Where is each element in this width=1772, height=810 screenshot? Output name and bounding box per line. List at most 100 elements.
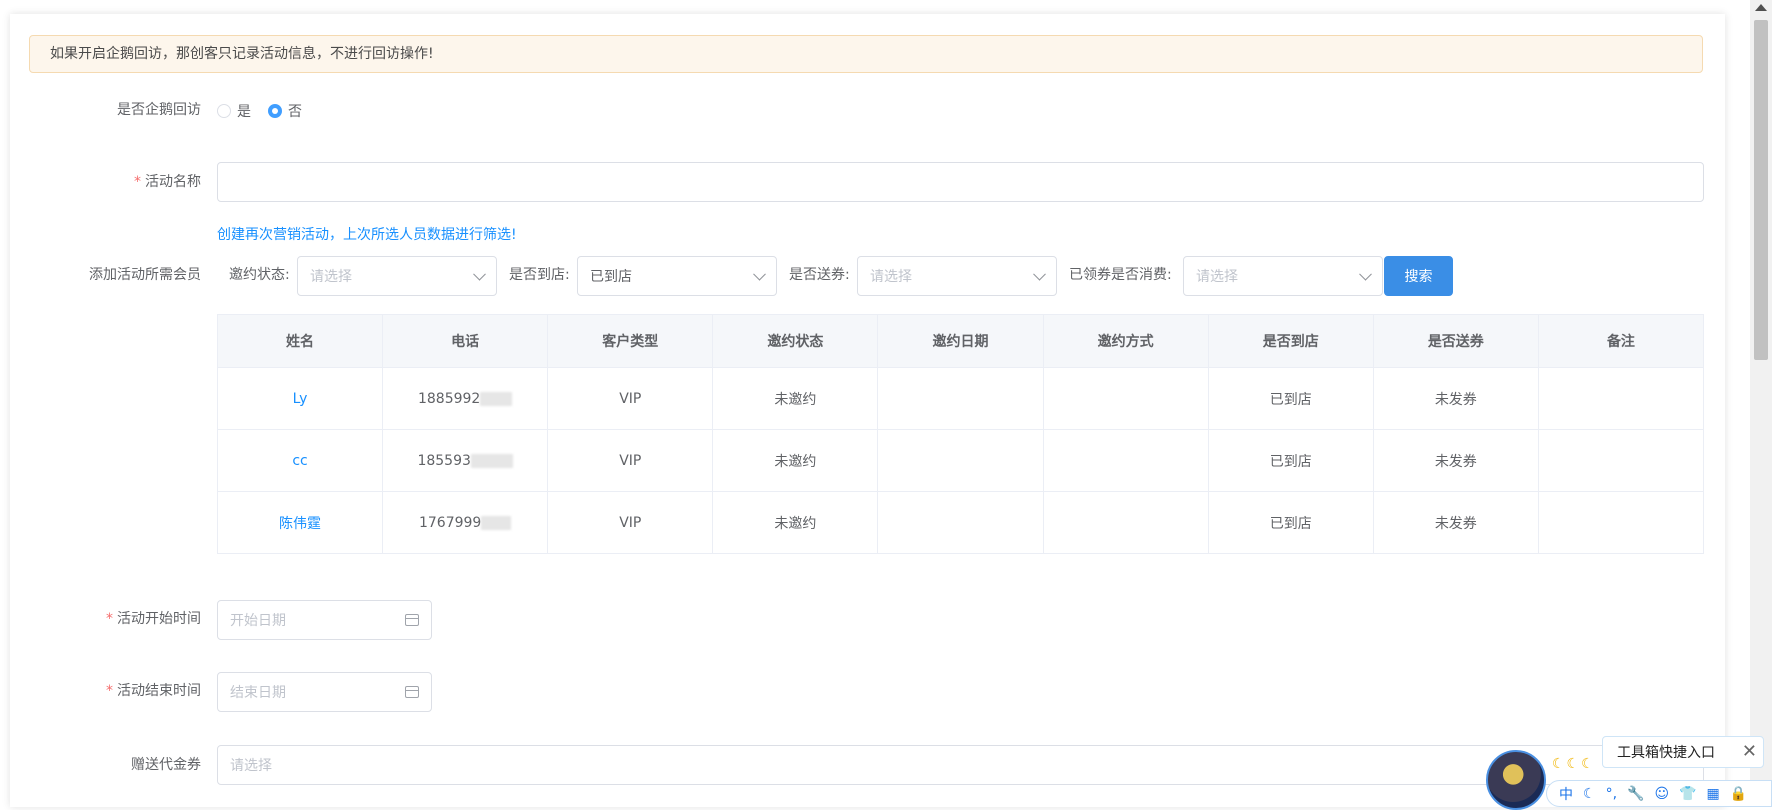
invite-status-label: 邀约状态: [229,267,290,283]
phone-cell: 1885992 [382,367,549,430]
toolbox-text: 工具箱快捷入口 [1617,745,1715,761]
remarketing-hint: 创建再次营销活动，上次所选人员数据进行筛选! [217,227,517,243]
chevron-down-icon [1033,267,1046,281]
start-date-picker[interactable]: 开始日期 [217,600,432,640]
toolbox-shortcut-tooltip[interactable]: 工具箱快捷入口 ✕ [1602,736,1764,768]
calendar-icon [405,686,419,698]
phone-text: 1767999 [418,514,482,531]
radio-label: 否 [288,104,302,120]
scroll-up-arrow-icon[interactable] [1755,4,1767,11]
coupon-used-placeholder: 请选择 [1196,269,1238,285]
scrollbar-thumb[interactable] [1754,20,1768,360]
start-time-label: * 活动开始时间 [106,608,201,628]
radio-visit-yes[interactable]: 是 [217,101,251,121]
ime-toolbar: 中 ☾ °, 🔧 ☺ 👕 ▦ 🔒 [1546,780,1772,807]
punctuation-icon[interactable]: °, [1606,786,1617,802]
arrived-cell: 已到店 [1207,429,1374,492]
coupon-used-label: 已领券是否消费: [1069,267,1172,283]
radio-visit-no[interactable]: 否 [268,101,302,121]
search-button[interactable]: 搜索 [1384,256,1453,296]
calendar-icon [405,614,419,626]
invite-status-select[interactable]: 请选择 [297,256,497,296]
voucher-select[interactable]: 请选择 [217,745,1704,785]
radio-circle [217,104,231,118]
invite-cell: 未邀约 [712,367,879,430]
member-table: 姓名 电话 客户类型 邀约状态 邀约日期 邀约方式 是否到店 是否送券 备注 L… [216,314,1705,554]
moon-icons: ☾☾☾ [1552,756,1596,772]
smiley-icon[interactable]: ☺ [1654,786,1669,802]
column-header: 邀约日期 [877,314,1044,368]
page-scrollbar[interactable] [1750,0,1772,807]
redacted-phone [470,453,513,468]
warning-alert: 如果开启企鹅回访，那创客只记录活动信息，不进行回访操作! [29,35,1703,73]
arrived-value: 已到店 [590,269,632,285]
date-cell [877,367,1044,430]
coupon-cell: 未发券 [1372,491,1539,554]
invite-status-placeholder: 请选择 [310,269,352,285]
ime-language-toggle[interactable]: 中 [1559,784,1573,804]
required-asterisk: * [106,683,113,699]
radio-circle-selected [268,104,282,118]
date-cell [877,429,1044,492]
wrench-icon[interactable]: 🔧 [1627,786,1644,802]
visit-label: 是否企鹅回访 [117,102,201,118]
redacted-phone [480,391,513,406]
voucher-placeholder: 请选择 [230,758,272,774]
phone-cell: 185593 [382,429,549,492]
moon-icon[interactable]: ☾ [1583,786,1596,802]
coupon-cell: 未发券 [1372,367,1539,430]
chevron-down-icon [473,267,486,281]
member-name-link[interactable]: Ly [216,367,384,430]
activity-name-label: * 活动名称 [134,171,201,191]
note-cell [1537,429,1705,492]
end-time-text: 活动结束时间 [117,683,201,699]
table-row[interactable]: Ly 1885992 VIP 未邀约 已到店 未发券 [216,367,1705,430]
voucher-label: 赠送代金券 [131,757,201,773]
arrived-select[interactable]: 已到店 [577,256,777,296]
column-header: 姓名 [216,314,384,368]
lock-icon[interactable]: 🔒 [1730,786,1747,802]
end-date-placeholder: 结束日期 [230,685,286,701]
radio-label: 是 [237,104,251,120]
table-header-row: 姓名 电话 客户类型 邀约状态 邀约日期 邀约方式 是否到店 是否送券 备注 [216,314,1705,368]
column-header: 邀约方式 [1042,314,1209,368]
ime-avatar[interactable] [1486,750,1546,810]
members-label: 添加活动所需会员 [89,267,201,283]
invite-cell: 未邀约 [712,491,879,554]
table-row[interactable]: 陈伟霆 1767999 VIP 未邀约 已到店 未发券 [216,491,1705,554]
table-row[interactable]: cc 185593 VIP 未邀约 已到店 未发券 [216,429,1705,492]
coupon-sent-label: 是否送券: [789,267,850,283]
end-date-picker[interactable]: 结束日期 [217,672,432,712]
activity-name-input[interactable] [217,162,1704,202]
chevron-down-icon [1359,267,1372,281]
activity-name-text: 活动名称 [145,174,201,190]
member-name-link[interactable]: 陈伟霆 [216,491,384,554]
type-cell: VIP [547,429,714,492]
phone-text: 185593 [417,452,471,469]
method-cell [1042,367,1209,430]
end-time-label: * 活动结束时间 [106,680,201,700]
coupon-used-select[interactable]: 请选择 [1183,256,1383,296]
start-date-placeholder: 开始日期 [230,613,286,629]
column-header: 是否送券 [1372,314,1539,368]
note-cell [1537,491,1705,554]
member-name-link[interactable]: cc [216,429,384,492]
column-header: 是否到店 [1207,314,1374,368]
skin-icon[interactable]: 👕 [1679,786,1696,802]
column-header: 电话 [382,314,549,368]
phone-text: 1885992 [417,390,481,407]
close-icon[interactable]: ✕ [1742,741,1757,762]
note-cell [1537,367,1705,430]
date-cell [877,491,1044,554]
start-time-text: 活动开始时间 [117,611,201,627]
chevron-down-icon [753,267,766,281]
type-cell: VIP [547,491,714,554]
coupon-sent-select[interactable]: 请选择 [857,256,1057,296]
grid-icon[interactable]: ▦ [1707,786,1720,802]
phone-cell: 1767999 [382,491,549,554]
column-header: 备注 [1537,314,1705,368]
column-header: 客户类型 [547,314,714,368]
arrived-cell: 已到店 [1207,367,1374,430]
method-cell [1042,491,1209,554]
required-asterisk: * [106,611,113,627]
